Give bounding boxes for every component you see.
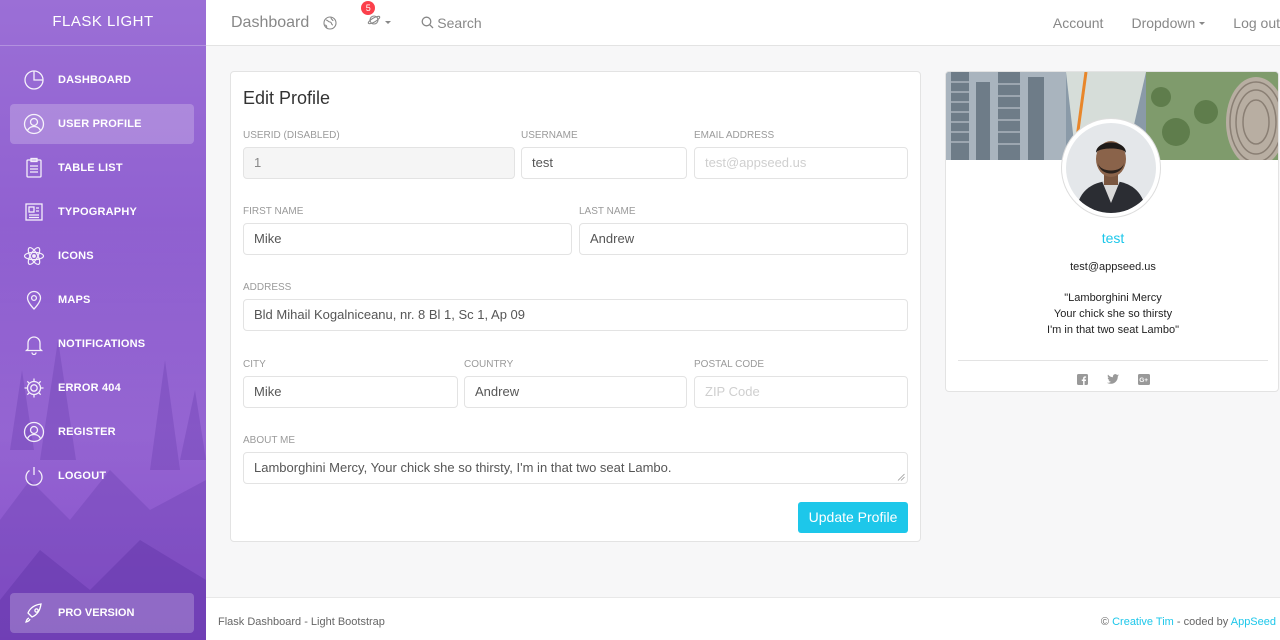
account-link[interactable]: Account [1053,15,1104,31]
top-nav-right: Account Dropdown Log out [1025,15,1280,31]
map-pin-icon [22,288,46,312]
sidebar-item-label: REGISTER [58,426,116,438]
sidebar-item-label: LOGOUT [58,470,107,482]
globe-icon[interactable] [323,15,337,30]
user-circle-icon [22,112,46,136]
facebook-icon[interactable] [1076,372,1088,390]
sidebar-item-dashboard[interactable]: DASHBOARD [10,60,194,100]
coded-by-text: - coded by [1176,616,1229,628]
top-navbar: Dashboard 5 Search Account Dropdown Log … [206,0,1280,46]
news-paper-icon [22,200,46,224]
profile-username[interactable]: test [946,230,1278,246]
appseed-link[interactable]: AppSeed [1231,616,1276,628]
brand-logo[interactable]: FLASK LIGHT [0,0,206,46]
sidebar-item-label: ICONS [58,250,94,262]
profile-quote: "Lamborghini Mercy Your chick she so thi… [946,290,1278,338]
sidebar-item-label: USER PROFILE [58,118,142,130]
sidebar-item-user-profile[interactable]: USER PROFILE [10,104,194,144]
user-card: test test@appseed.us "Lamborghini Mercy … [945,71,1279,392]
quote-line: I'm in that two seat Lambo" [1047,324,1179,336]
update-profile-button[interactable]: Update Profile [798,502,908,533]
atom-icon [22,244,46,268]
sidebar-item-table-list[interactable]: TABLE LIST [10,148,194,188]
dropdown-menu[interactable]: Dropdown [1131,14,1206,31]
pro-version-button[interactable]: PRO VERSION [10,593,194,633]
logout-link[interactable]: Log out [1233,15,1280,31]
address-field[interactable]: Bld Mihail Kogalniceanu, nr. 8 Bl 1, Sc … [243,299,908,331]
planet-icon [367,13,381,32]
bell-icon [22,332,46,356]
userid-label: USERID (DISABLED) [243,130,340,141]
about-me-text: Lamborghini Mercy, Your chick she so thi… [254,460,672,475]
footer: Flask Dashboard - Light Bootstrap © Crea… [206,597,1280,640]
search-label: Search [437,14,482,31]
email-field[interactable]: test@appseed.us [694,147,908,179]
dropdown-label: Dropdown [1131,14,1196,31]
last-name-field[interactable]: Andrew [579,223,908,255]
twitter-icon[interactable] [1106,372,1119,390]
username-field[interactable]: test [521,147,687,179]
sidebar-item-typography[interactable]: TYPOGRAPHY [10,192,194,232]
country-label: COUNTRY [464,359,514,370]
card-title: Edit Profile [243,88,331,108]
sidebar-nav: DASHBOARD USER PROFILE TABLE LIST TYPOGR… [0,46,206,496]
chevron-down-icon [1199,22,1206,26]
chart-pie-icon [22,68,46,92]
search-button[interactable]: Search [421,14,482,31]
quote-line: Your chick she so thirsty [1053,308,1173,320]
chevron-down-icon [385,21,392,24]
pro-version-label: PRO VERSION [58,607,135,619]
country-field[interactable]: Andrew [464,376,687,408]
sidebar-item-label: MAPS [58,294,91,306]
search-icon [421,16,434,29]
quote-line: "Lamborghini Mercy [1064,292,1162,304]
username-label: USERNAME [521,130,578,141]
rocket-icon [22,601,46,625]
sidebar-item-label: TABLE LIST [58,162,123,174]
user-circle-icon [22,420,46,444]
last-name-label: LAST NAME [579,206,636,217]
sidebar-item-label: ERROR 404 [58,382,121,394]
postal-code-label: POSTAL CODE [694,359,765,370]
about-me-label: ABOUT ME [243,435,296,446]
userid-field: 1 [243,147,515,179]
clipboard-icon [22,156,46,180]
creative-tim-link[interactable]: Creative Tim [1112,616,1174,628]
sidebar-item-label: TYPOGRAPHY [58,206,138,218]
power-icon [22,464,46,488]
svg-text:G+: G+ [1139,377,1148,384]
page-title[interactable]: Dashboard [231,14,309,32]
divider [958,360,1268,361]
footer-title: Flask Dashboard - Light Bootstrap [218,616,385,628]
sidebar-item-notifications[interactable]: NOTIFICATIONS [10,324,194,364]
resize-handle-icon[interactable] [897,473,905,481]
postal-code-field[interactable]: ZIP Code [694,376,908,408]
city-label: CITY [243,359,266,370]
sidebar-item-maps[interactable]: MAPS [10,280,194,320]
copyright-symbol: © [1100,616,1110,628]
sidebar-item-label: NOTIFICATIONS [58,338,146,350]
sidebar: FLASK LIGHT DASHBOARD USER PROFILE TABLE… [0,0,206,640]
social-buttons: G+ [946,372,1278,390]
gear-icon [22,376,46,400]
about-me-textarea[interactable]: Lamborghini Mercy, Your chick she so thi… [243,452,908,484]
avatar [1062,119,1160,217]
first-name-field[interactable]: Mike [243,223,572,255]
address-label: ADDRESS [243,282,292,293]
sidebar-item-label: DASHBOARD [58,74,132,86]
first-name-label: FIRST NAME [243,206,304,217]
city-field[interactable]: Mike [243,376,458,408]
edit-profile-card: Edit Profile USERID (DISABLED) 1 USERNAM… [230,71,921,542]
footer-credits: © Creative Tim - coded by AppSeed [1101,616,1276,628]
sidebar-item-error-404[interactable]: ERROR 404 [10,368,194,408]
notifications-dropdown[interactable]: 5 [361,1,392,32]
sidebar-item-logout[interactable]: LOGOUT [10,456,194,496]
profile-email: test@appseed.us [1070,261,1156,273]
sidebar-item-register[interactable]: REGISTER [10,412,194,452]
email-label: EMAIL ADDRESS [694,130,775,141]
google-plus-icon[interactable]: G+ [1137,372,1150,390]
sidebar-item-icons[interactable]: ICONS [10,236,194,276]
